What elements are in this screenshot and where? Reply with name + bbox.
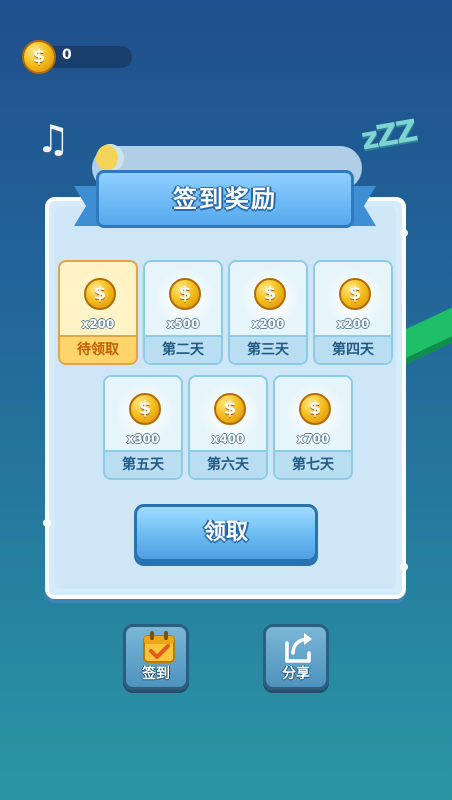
claim-button[interactable]: 领取: [134, 504, 318, 562]
day-card-3[interactable]: $ x200 第三天: [228, 260, 308, 365]
coin-count: 0: [62, 47, 72, 63]
coin-icon: $: [214, 393, 246, 425]
reward-amount: x200: [336, 317, 370, 331]
share-button[interactable]: 分享: [263, 624, 329, 690]
checkin-button-label: 签到: [142, 666, 170, 682]
music-toggle-icon[interactable]: ♫: [34, 118, 72, 160]
calendar-check-icon: [143, 631, 175, 663]
sleep-zzz-icon: zZZ: [358, 113, 419, 158]
day-label: 第三天: [230, 335, 306, 363]
day-card-4[interactable]: $ x200 第四天: [313, 260, 393, 365]
day-label: 待领取: [60, 335, 136, 363]
day-label: 第五天: [105, 450, 181, 478]
day-label: 第六天: [190, 450, 266, 478]
share-button-label: 分享: [282, 666, 310, 682]
coin-icon: $: [129, 393, 161, 425]
coin-icon: $: [169, 278, 201, 310]
coin-icon: $: [339, 278, 371, 310]
day-label: 第七天: [275, 450, 351, 478]
share-icon: [285, 633, 312, 663]
day-label: 第二天: [145, 335, 221, 363]
checkin-button[interactable]: 签到: [123, 624, 189, 690]
coin-icon: $: [22, 40, 56, 74]
dialog-title-ribbon: 签到奖励: [74, 170, 376, 230]
dialog-rivet: [43, 519, 51, 527]
reward-amount: x500: [166, 317, 200, 331]
day-card-5[interactable]: $ x300 第五天: [103, 375, 183, 480]
reward-amount: x200: [251, 317, 285, 331]
day-card-2[interactable]: $ x500 第二天: [143, 260, 223, 365]
dialog-title: 签到奖励: [173, 185, 277, 213]
coin-icon: $: [84, 278, 116, 310]
day-label: 第四天: [315, 335, 391, 363]
moon-icon: [96, 144, 124, 172]
reward-amount: x200: [81, 317, 115, 331]
day-card-6[interactable]: $ x400 第六天: [188, 375, 268, 480]
day-card-7[interactable]: $ x700 第七天: [273, 375, 353, 480]
dialog-rivet: [400, 563, 408, 571]
reward-amount: x300: [126, 432, 160, 446]
coin-counter: $ 0: [22, 40, 132, 74]
dialog-rivet: [400, 229, 408, 237]
reward-amount: x400: [211, 432, 245, 446]
coin-icon: $: [299, 393, 331, 425]
day-card-1[interactable]: $ x200 待领取: [58, 260, 138, 365]
reward-amount: x700: [296, 432, 330, 446]
coin-icon: $: [254, 278, 286, 310]
